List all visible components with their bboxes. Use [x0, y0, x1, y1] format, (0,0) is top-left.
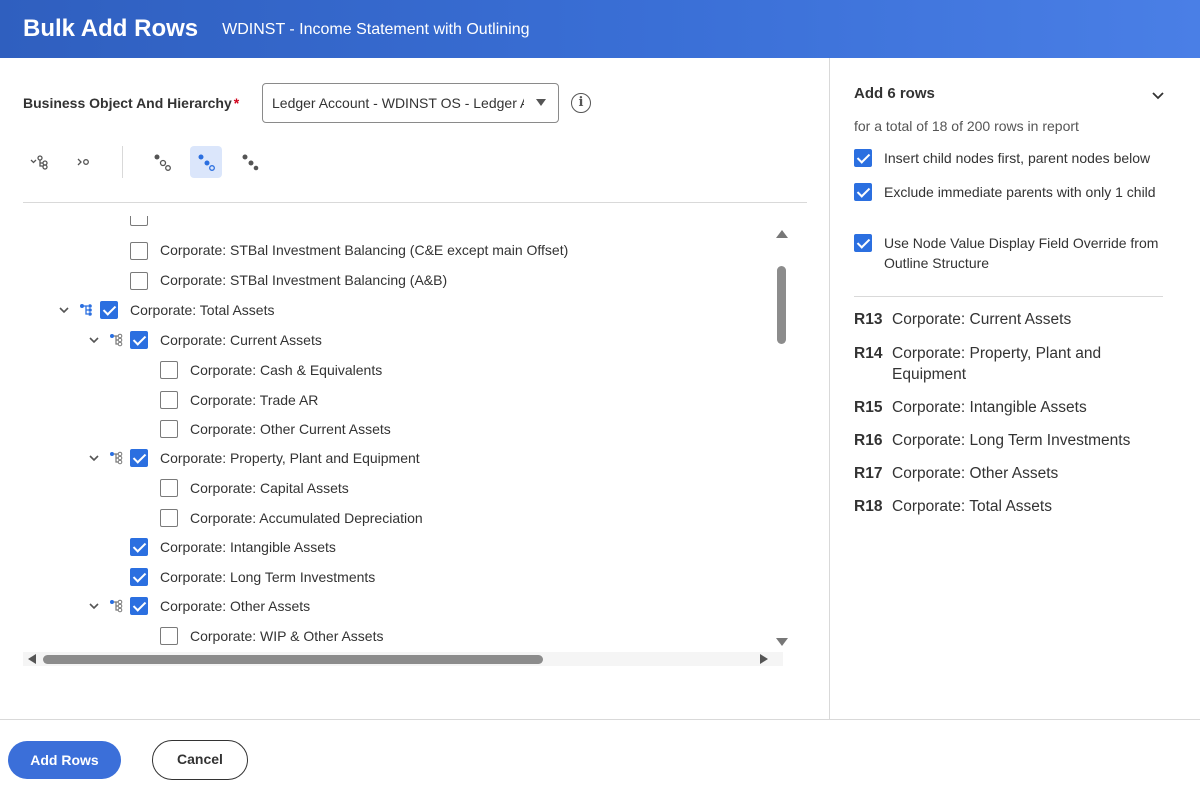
- select-children-icon[interactable]: [190, 146, 222, 178]
- tree-row-checkbox[interactable]: [160, 627, 178, 645]
- result-row-number: R13: [854, 311, 883, 328]
- tree-row-checkbox[interactable]: [130, 538, 148, 556]
- result-row-label: Corporate: Other Assets: [892, 465, 1059, 482]
- result-row-number: R17: [854, 465, 883, 482]
- result-row-label: Corporate: Intangible Assets: [892, 399, 1087, 416]
- option-checkbox[interactable]: [854, 234, 872, 252]
- option-checkbox[interactable]: [854, 149, 872, 167]
- cancel-button[interactable]: Cancel: [152, 740, 248, 780]
- tree-row-label: Corporate: Long Term Investments: [160, 569, 376, 585]
- scroll-up-arrow-icon[interactable]: [776, 230, 788, 238]
- chevron-down-icon[interactable]: [58, 304, 70, 316]
- horizontal-scrollbar-thumb[interactable]: [43, 655, 543, 664]
- dialog-header: Bulk Add Rows WDINST - Income Statement …: [0, 0, 1200, 58]
- tree-row-checkbox[interactable]: [130, 597, 148, 615]
- result-row-number: R16: [854, 432, 883, 449]
- tree-row-checkbox[interactable]: [130, 272, 148, 290]
- tree-row-label: Corporate: Total Assets: [130, 302, 275, 318]
- tree-toolbar: [23, 146, 323, 178]
- tree-row-label: Corporate: STBal Investment Balancing (A…: [160, 272, 448, 288]
- vertical-scrollbar-thumb[interactable]: [777, 266, 786, 344]
- tree-row-label: Corporate: Cash & Equivalents: [190, 362, 383, 378]
- tree-row-checkbox[interactable]: [160, 509, 178, 527]
- select-parents-icon[interactable]: [234, 146, 266, 178]
- tree-row-checkbox[interactable]: [160, 420, 178, 438]
- summary-separator: [854, 296, 1163, 297]
- summary-title: Add 6 rows: [854, 85, 935, 102]
- tree-row-label: Corporate: Intangible Assets: [160, 539, 336, 555]
- chevron-down-icon[interactable]: [88, 600, 100, 612]
- tree-row-label: Corporate: Other Assets: [160, 598, 311, 614]
- summary-panel: Add 6 rows for a total of 18 of 200 rows…: [830, 58, 1200, 719]
- dialog-title: Bulk Add Rows: [23, 15, 199, 42]
- hierarchy-node-icon[interactable]: [79, 303, 93, 317]
- scroll-right-arrow-icon[interactable]: [760, 654, 768, 664]
- result-row-number: R18: [854, 498, 883, 515]
- chevron-down-icon[interactable]: [88, 452, 100, 464]
- tree-row-label: Corporate: WIP & Other Assets: [190, 628, 384, 644]
- result-row-label: Corporate: Property, Plant and Equipment: [892, 345, 1102, 383]
- hierarchy-panel: Business Object And Hierarchy * Ledger Ac…: [0, 58, 830, 719]
- tree-row-checkbox[interactable]: [130, 449, 148, 467]
- chevron-down-icon[interactable]: [1151, 91, 1165, 101]
- scroll-left-arrow-icon[interactable]: [28, 654, 36, 664]
- tree-row-label: Corporate: Trade AR: [190, 392, 319, 408]
- required-marker: *: [233, 95, 240, 111]
- tree-row-label: Corporate: Accumulated Depreciation: [190, 510, 423, 526]
- result-row-label: Corporate: Long Term Investments: [892, 432, 1131, 449]
- tree-row-checkbox[interactable]: [160, 391, 178, 409]
- scroll-down-arrow-icon[interactable]: [776, 638, 788, 646]
- hierarchy-select[interactable]: Ledger Account - WDINST OS - Ledger Acco…: [262, 83, 559, 123]
- tree-row-label: Corporate: Capital Assets: [190, 480, 349, 496]
- option-checkbox[interactable]: [854, 183, 872, 201]
- expand-hierarchy-icon[interactable]: [23, 146, 55, 178]
- tree-row-checkbox[interactable]: [160, 361, 178, 379]
- tree-row-checkbox[interactable]: [130, 242, 148, 260]
- tree-row-checkbox[interactable]: [130, 331, 148, 349]
- tree-row-label: Corporate: STBal Investment Balancing (C…: [160, 242, 569, 258]
- tree-row-label: Corporate: Other Current Assets: [190, 421, 391, 437]
- result-row-number: R15: [854, 399, 883, 416]
- dropdown-arrow-icon: [536, 99, 546, 106]
- tree-row-checkbox[interactable]: [100, 301, 118, 319]
- result-row-label: Corporate: Current Assets: [892, 311, 1072, 328]
- footer-divider: [0, 719, 1200, 720]
- toolbar-divider: [122, 146, 123, 178]
- hierarchy-select-value: Ledger Account - WDINST OS - Ledger Acco…: [272, 95, 524, 111]
- info-icon[interactable]: i: [571, 93, 591, 113]
- report-name: WDINST - Income Statement with Outlining: [222, 21, 530, 38]
- hierarchy-node-icon[interactable]: [109, 451, 123, 465]
- tree-row-label: Corporate: Property, Plant and Equipment: [160, 450, 420, 466]
- hierarchy-node-icon[interactable]: [109, 333, 123, 347]
- add-rows-button[interactable]: Add Rows: [8, 741, 121, 779]
- business-object-label: Business Object And Hierarchy *: [23, 95, 240, 111]
- tree-row-checkbox[interactable]: [130, 216, 148, 226]
- tree-row-checkbox[interactable]: [160, 479, 178, 497]
- toolbar-separator: [23, 202, 807, 203]
- select-nodes-icon[interactable]: [146, 146, 178, 178]
- option-label: Exclude immediate parents with only 1 ch…: [884, 184, 1156, 200]
- option-label: Use Node Value Display Field Override fr…: [884, 235, 1159, 271]
- result-row-label: Corporate: Total Assets: [892, 498, 1052, 515]
- hierarchy-tree: Corporate: STBal Investment Balancing (C…: [23, 216, 768, 646]
- collapse-icon[interactable]: [67, 146, 99, 178]
- tree-row-checkbox[interactable]: [130, 568, 148, 586]
- hierarchy-node-icon[interactable]: [109, 599, 123, 613]
- summary-subtitle: for a total of 18 of 200 rows in report: [854, 118, 1079, 134]
- result-row-number: R14: [854, 345, 883, 362]
- option-label: Insert child nodes first, parent nodes b…: [884, 150, 1151, 166]
- tree-row-label: Corporate: Current Assets: [160, 332, 322, 348]
- chevron-down-icon[interactable]: [88, 334, 100, 346]
